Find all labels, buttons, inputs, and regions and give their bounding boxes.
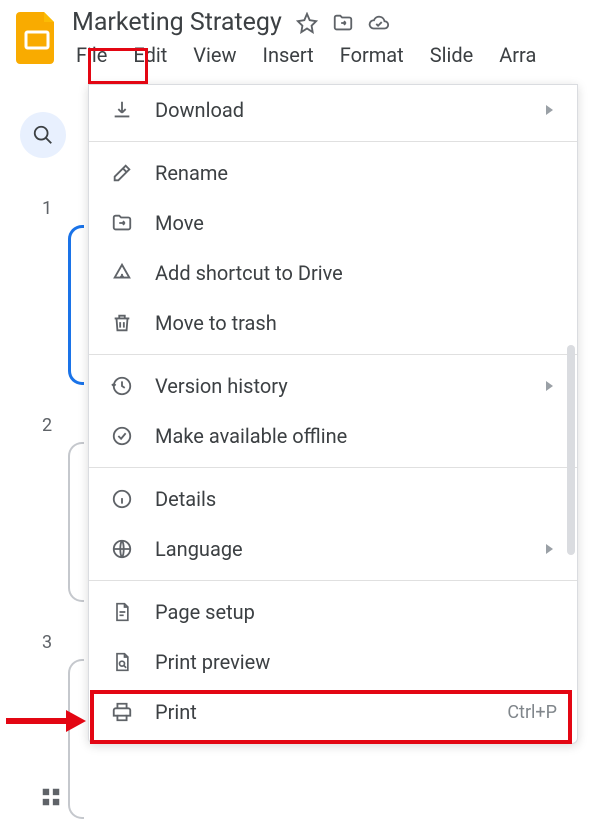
menu-move-trash[interactable]: Move to trash xyxy=(89,298,577,348)
menu-rename[interactable]: Rename xyxy=(89,148,577,198)
trash-icon xyxy=(109,310,135,336)
menu-edit[interactable]: Edit xyxy=(129,41,171,69)
menu-print-preview-label: Print preview xyxy=(155,650,557,674)
drive-shortcut-icon xyxy=(109,260,135,286)
menu-print-shortcut: Ctrl+P xyxy=(507,702,557,723)
cloud-status-icon[interactable] xyxy=(368,12,390,34)
menu-print-label: Print xyxy=(155,700,487,724)
menu-format[interactable]: Format xyxy=(336,41,408,69)
chevron-right-icon xyxy=(546,105,553,115)
slide-thumb-1[interactable] xyxy=(68,225,84,385)
scrollbar-thumb[interactable] xyxy=(567,345,575,555)
thumb-number-3: 3 xyxy=(42,632,85,653)
left-rail: 1 2 3 xyxy=(0,100,85,820)
menu-print[interactable]: Print Ctrl+P xyxy=(89,687,577,737)
slide-thumb-3[interactable] xyxy=(68,659,84,819)
doc-title[interactable]: Marketing Strategy xyxy=(72,8,282,37)
menu-move[interactable]: Move xyxy=(89,198,577,248)
menu-download[interactable]: Download xyxy=(89,85,577,135)
menu-download-label: Download xyxy=(155,98,526,122)
menu-rename-label: Rename xyxy=(155,161,557,185)
info-icon xyxy=(109,486,135,512)
chevron-right-icon xyxy=(546,381,553,391)
menu-details-label: Details xyxy=(155,487,557,511)
pencil-icon xyxy=(109,160,135,186)
menu-arrange[interactable]: Arra xyxy=(495,41,540,69)
menu-version-history[interactable]: Version history xyxy=(89,361,577,411)
download-icon xyxy=(109,97,135,123)
menubar: File Edit View Insert Format Slide Arra xyxy=(72,41,588,69)
menu-file[interactable]: File xyxy=(72,41,111,69)
menu-view[interactable]: View xyxy=(189,41,240,69)
file-dropdown: Download Rename Move Add shortcut to Dri… xyxy=(88,84,578,744)
menu-details[interactable]: Details xyxy=(89,474,577,524)
app-header: Marketing Strategy File Edit View Insert… xyxy=(0,0,600,69)
menu-insert[interactable]: Insert xyxy=(259,41,318,69)
search-button[interactable] xyxy=(20,112,66,158)
history-icon xyxy=(109,373,135,399)
offline-icon xyxy=(109,423,135,449)
menu-version-history-label: Version history xyxy=(155,374,526,398)
slides-logo[interactable] xyxy=(12,8,62,68)
divider xyxy=(89,580,577,581)
star-icon[interactable] xyxy=(296,12,318,34)
menu-add-shortcut[interactable]: Add shortcut to Drive xyxy=(89,248,577,298)
menu-make-offline-label: Make available offline xyxy=(155,424,557,448)
menu-move-label: Move xyxy=(155,211,557,235)
menu-move-trash-label: Move to trash xyxy=(155,311,557,335)
print-icon xyxy=(109,699,135,725)
divider xyxy=(89,467,577,468)
menu-page-setup-label: Page setup xyxy=(155,600,557,624)
slide-thumb-2[interactable] xyxy=(68,442,84,602)
menu-add-shortcut-label: Add shortcut to Drive xyxy=(155,261,557,285)
chevron-right-icon xyxy=(546,544,553,554)
globe-icon xyxy=(109,536,135,562)
menu-language-label: Language xyxy=(155,537,526,561)
divider xyxy=(89,354,577,355)
print-preview-icon xyxy=(109,649,135,675)
page-icon xyxy=(109,599,135,625)
thumb-number-2: 2 xyxy=(42,415,85,436)
menu-make-offline[interactable]: Make available offline xyxy=(89,411,577,461)
grid-view-button[interactable] xyxy=(36,782,66,812)
menu-print-preview[interactable]: Print preview xyxy=(89,637,577,687)
menu-language[interactable]: Language xyxy=(89,524,577,574)
divider xyxy=(89,141,577,142)
menu-page-setup[interactable]: Page setup xyxy=(89,587,577,637)
menu-slide[interactable]: Slide xyxy=(426,41,478,69)
move-folder-icon[interactable] xyxy=(332,12,354,34)
folder-move-icon xyxy=(109,210,135,236)
thumb-number-1: 1 xyxy=(42,198,85,219)
